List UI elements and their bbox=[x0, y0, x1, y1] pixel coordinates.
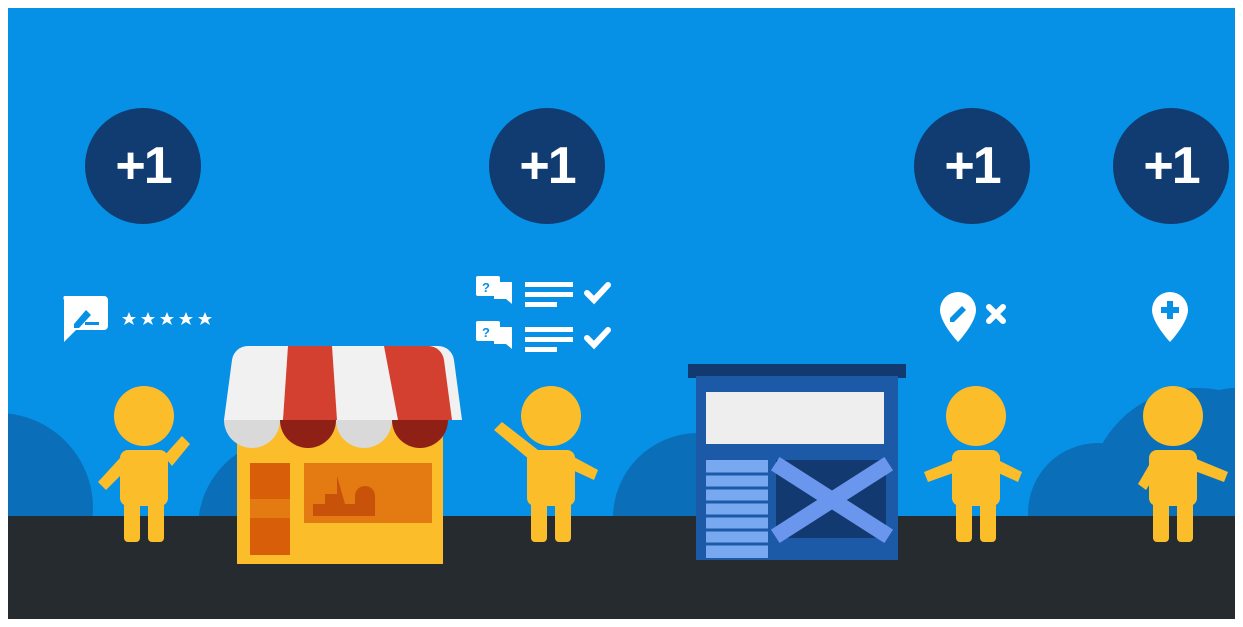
illustration-scene: ? ? +1 +1 +1 +1 bbox=[8, 8, 1235, 619]
closed-building-illustration bbox=[688, 364, 906, 560]
add-place-icon bbox=[1152, 292, 1188, 342]
svg-text:?: ? bbox=[482, 325, 490, 340]
five-stars-icon bbox=[122, 312, 212, 325]
plus-one-badge: +1 bbox=[85, 108, 201, 224]
plus-one-badge: +1 bbox=[1113, 108, 1229, 224]
background-layer: ? ? bbox=[8, 276, 1235, 619]
plus-one-badge: +1 bbox=[914, 108, 1030, 224]
question-answer-icon: ? ? bbox=[476, 276, 611, 352]
review-icon bbox=[63, 296, 108, 342]
plus-one-badge: +1 bbox=[489, 108, 605, 224]
svg-text:?: ? bbox=[482, 280, 490, 295]
edit-place-icon bbox=[940, 292, 1006, 342]
ground bbox=[8, 516, 1235, 619]
shop-illustration bbox=[224, 345, 462, 564]
